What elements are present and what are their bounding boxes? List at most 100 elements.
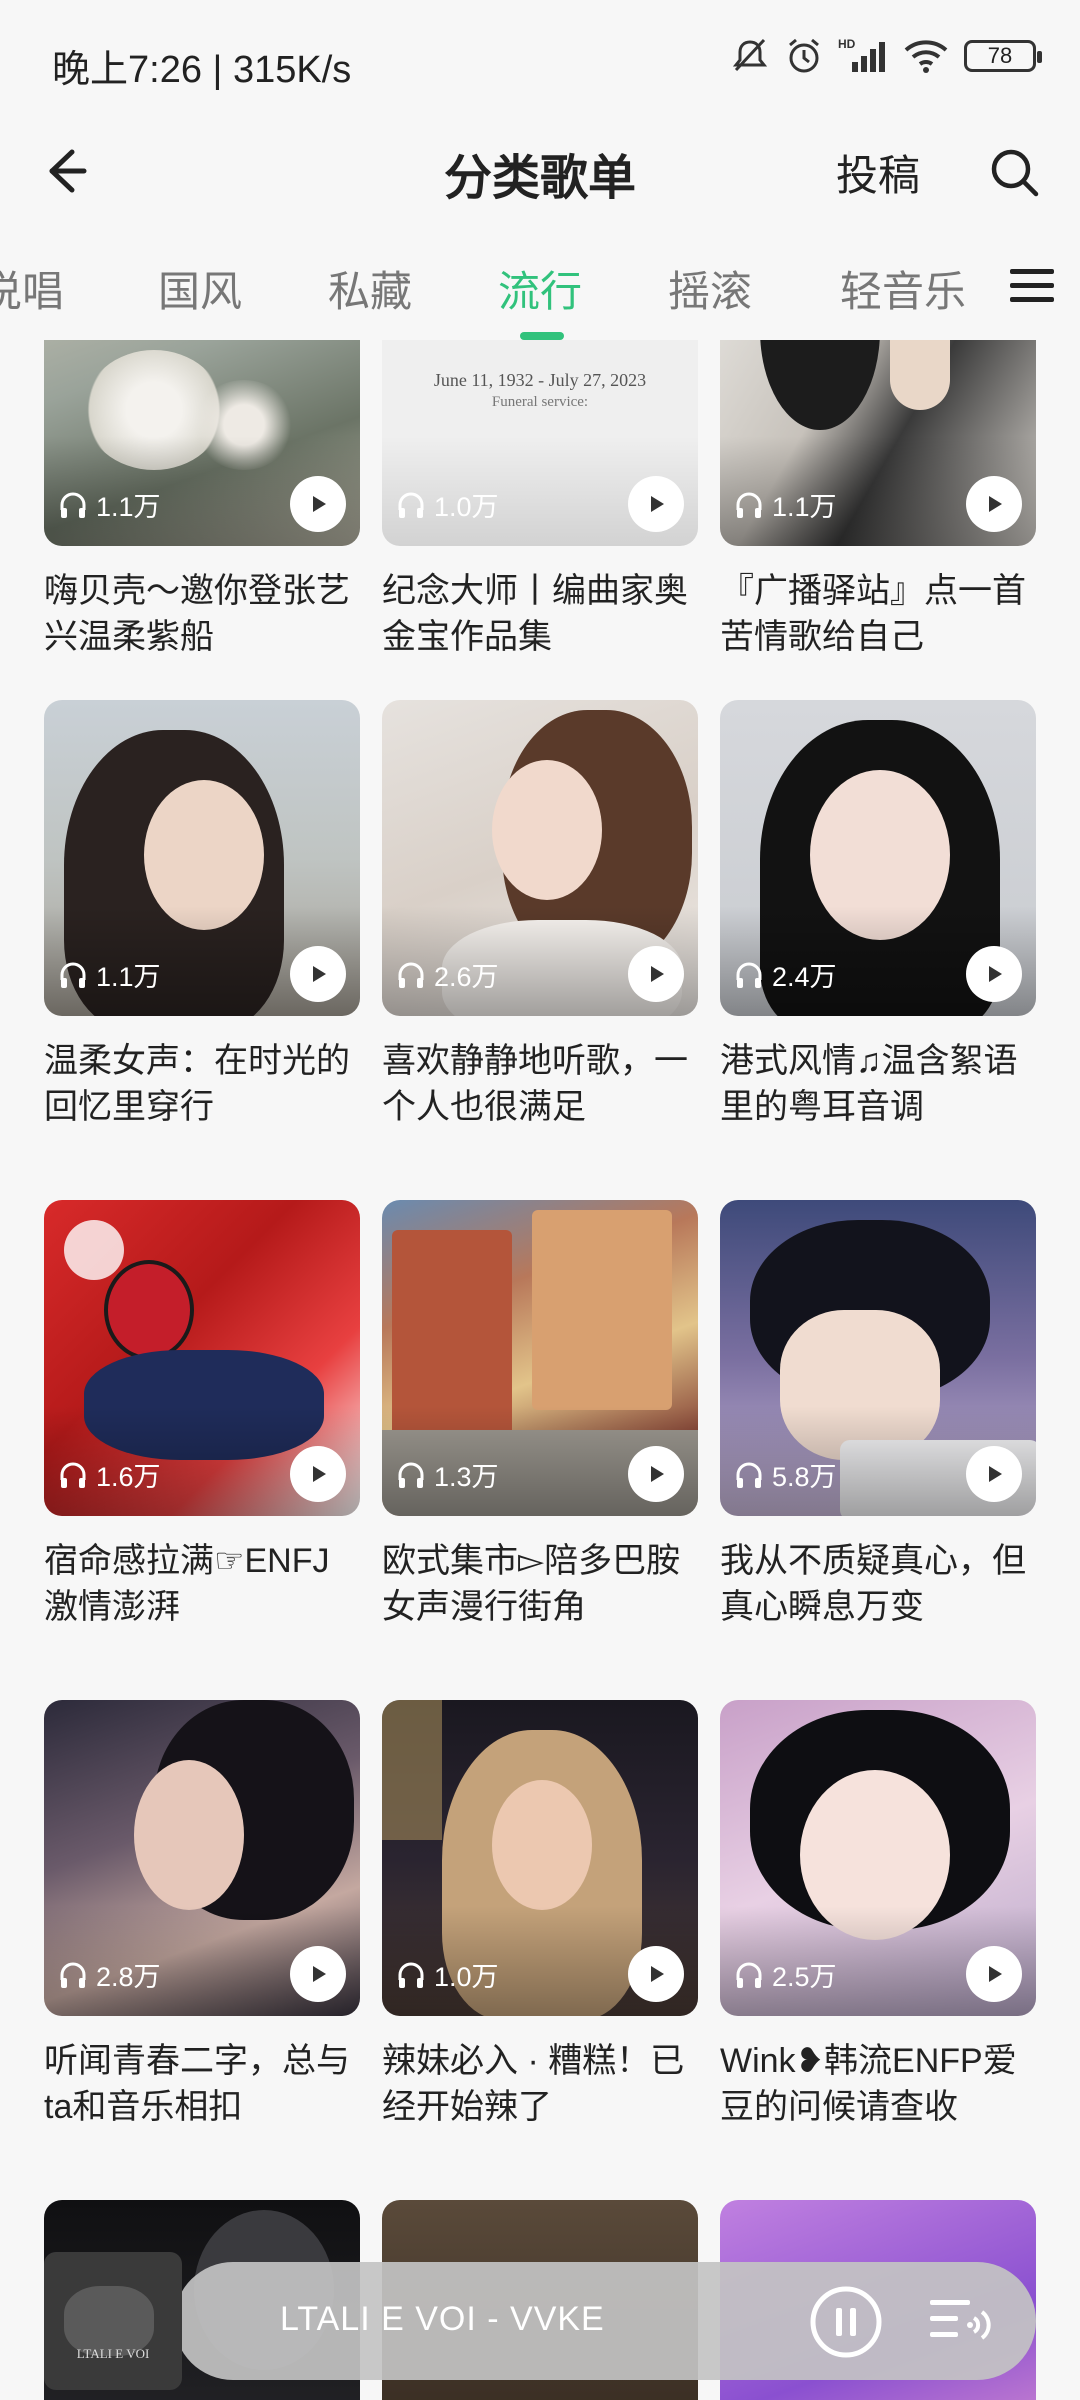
play-count: 2.8万 <box>58 1955 161 1994</box>
headphones-icon <box>736 1962 762 1988</box>
playlist-card[interactable]: 2.5万 Wink❥韩流ENFP爱豆的问候请查收 <box>720 1700 1036 2130</box>
play-button[interactable] <box>628 476 684 532</box>
tab-light-music[interactable]: 轻音乐 <box>840 258 966 319</box>
play-count-text: 1.1万 <box>772 492 837 522</box>
play-icon <box>651 1466 664 1482</box>
headphones-icon <box>398 492 424 518</box>
playlist-title[interactable]: 港式风情♫温含絮语里的粤耳音调 <box>720 1038 1036 1130</box>
hamburger-menu-icon <box>1010 269 1054 302</box>
playlist-cover: 2.4万 <box>720 700 1036 1016</box>
play-count: 1.0万 <box>396 1955 499 1994</box>
battery-level: 78 <box>987 43 1013 68</box>
headphones-icon <box>398 962 424 988</box>
playlist-queue-icon[interactable] <box>924 2284 1004 2360</box>
play-count: 2.4万 <box>734 955 837 994</box>
playlist-title[interactable]: 欧式集市▻陪多巴胺女声漫行街角 <box>382 1538 698 1630</box>
play-count: 2.6万 <box>396 955 499 994</box>
play-button[interactable] <box>628 1446 684 1502</box>
playlist-card[interactable]: 1.6万 宿命感拉满☞ENFJ激情澎湃 <box>44 1200 360 1630</box>
now-playing-cover[interactable]: LTALI E VOI <box>44 2252 182 2390</box>
playlist-cover: 1.1万 <box>44 700 360 1016</box>
playlist-cover: 1.1万 <box>720 340 1036 546</box>
play-count: 5.8万 <box>734 1455 837 1494</box>
playlist-title[interactable]: 温柔女声：在时光的回忆里穿行 <box>44 1038 360 1130</box>
tab-rock[interactable]: 摇滚 <box>668 258 752 319</box>
playlist-title[interactable]: 我从不质疑真心，但真心瞬息万变 <box>720 1538 1036 1630</box>
play-button[interactable] <box>628 946 684 1002</box>
tab-pop[interactable]: 流行 <box>498 258 582 319</box>
playlist-title[interactable]: 辣妹必入 · 糟糕！已经开始辣了 <box>382 2038 698 2130</box>
playlist-cover: 2.5万 <box>720 1700 1036 2016</box>
playlist-title[interactable]: 『广播驿站』点一首苦情歌给自己 <box>720 568 1036 660</box>
playlist-card[interactable]: 2.6万 喜欢静静地听歌，一个人也很满足 <box>382 700 698 1130</box>
headphones-icon <box>60 1962 86 1988</box>
play-button[interactable] <box>290 946 346 1002</box>
playlist-card[interactable]: 1.1万 温柔女声：在时光的回忆里穿行 <box>44 700 360 1130</box>
wifi-icon <box>904 40 948 73</box>
play-icon <box>989 1466 1002 1482</box>
submit-button[interactable]: 投稿 <box>836 142 920 203</box>
play-count-text: 1.6万 <box>96 1462 161 1492</box>
playlist-title[interactable]: 宿命感拉满☞ENFJ激情澎湃 <box>44 1538 360 1630</box>
headphones-icon <box>60 1462 86 1488</box>
playlist-card[interactable]: 2.4万 港式风情♫温含絮语里的粤耳音调 <box>720 700 1036 1130</box>
playlist-card[interactable]: 1.0万 辣妹必入 · 糟糕！已经开始辣了 <box>382 1700 698 2130</box>
playlist-card[interactable]: 1.3万 欧式集市▻陪多巴胺女声漫行街角 <box>382 1200 698 1630</box>
category-tabs: 说唱 国风 私藏 流行 摇滚 轻音乐 <box>0 230 1080 340</box>
play-count: 2.5万 <box>734 1955 837 1994</box>
play-button[interactable] <box>290 1946 346 2002</box>
playlist-title[interactable]: 纪念大师丨编曲家奥金宝作品集 <box>382 568 698 660</box>
mini-player[interactable]: LTALI E VOI LTALI E VOI - VVKE <box>44 2252 1036 2390</box>
tab-private[interactable]: 私藏 <box>328 258 412 319</box>
playlist-cover: 1.6万 <box>44 1200 360 1516</box>
playlist-title[interactable]: Wink❥韩流ENFP爱豆的问候请查收 <box>720 2038 1036 2130</box>
play-button[interactable] <box>290 476 346 532</box>
signal-icon: HD <box>838 37 885 72</box>
play-icon <box>313 1466 326 1482</box>
category-menu-button[interactable] <box>984 230 1080 340</box>
header: 分类歌单 投稿 <box>0 120 1080 230</box>
play-count: 1.6万 <box>58 1455 161 1494</box>
play-count-text: 5.8万 <box>772 1462 837 1492</box>
play-count: 1.1万 <box>58 485 161 524</box>
play-count: 1.1万 <box>734 485 837 524</box>
play-count-text: 1.1万 <box>96 492 161 522</box>
playlist-cover: 1.3万 <box>382 1200 698 1516</box>
playlist-card[interactable]: June 11, 1932 - July 27, 2023 Funeral se… <box>382 340 698 660</box>
pause-icon[interactable] <box>808 2284 884 2360</box>
playlist-grid: 1.1万 嗨贝壳～邀你登张艺兴温柔紫船 June 11, 1932 - July… <box>0 340 1080 2400</box>
playlist-card[interactable]: 5.8万 我从不质疑真心，但真心瞬息万变 <box>720 1200 1036 1630</box>
search-icon[interactable] <box>980 138 1050 208</box>
playlist-card[interactable]: 2.8万 听闻青春二字，总与ta和音乐相扣 <box>44 1700 360 2130</box>
playlist-title[interactable]: 听闻青春二字，总与ta和音乐相扣 <box>44 2038 360 2130</box>
now-playing-title[interactable]: LTALI E VOI - VVKE <box>280 2300 605 2339</box>
play-icon <box>313 1966 326 1982</box>
play-button[interactable] <box>290 1446 346 1502</box>
now-playing-cover-text: LTALI E VOI <box>76 2346 150 2361</box>
tab-guofeng[interactable]: 国风 <box>158 258 242 319</box>
playlist-card[interactable]: 1.1万 嗨贝壳～邀你登张艺兴温柔紫船 <box>44 340 360 660</box>
play-count-text: 2.6万 <box>434 962 499 992</box>
play-icon <box>989 966 1002 982</box>
play-button[interactable] <box>628 1946 684 2002</box>
play-icon <box>651 496 664 512</box>
play-icon <box>313 966 326 982</box>
battery-icon: 78 <box>964 40 1042 72</box>
play-count-text: 1.0万 <box>434 492 499 522</box>
playlist-card[interactable]: 1.1万 『广播驿站』点一首苦情歌给自己 <box>720 340 1036 660</box>
play-button[interactable] <box>966 946 1022 1002</box>
play-count-text: 1.1万 <box>96 962 161 992</box>
play-button[interactable] <box>966 1446 1022 1502</box>
status-icons: HD 78 <box>730 36 1042 76</box>
play-icon <box>651 966 664 982</box>
play-icon <box>651 1966 664 1982</box>
play-button[interactable] <box>966 1946 1022 2002</box>
play-button[interactable] <box>966 476 1022 532</box>
playlist-title[interactable]: 喜欢静静地听歌，一个人也很满足 <box>382 1038 698 1130</box>
playlist-title[interactable]: 嗨贝壳～邀你登张艺兴温柔紫船 <box>44 568 360 660</box>
play-icon <box>989 496 1002 512</box>
headphones-icon <box>398 1962 424 1988</box>
mute-bell-icon <box>732 38 768 72</box>
back-arrow-icon[interactable] <box>28 136 98 206</box>
tab-rap[interactable]: 说唱 <box>0 258 64 319</box>
